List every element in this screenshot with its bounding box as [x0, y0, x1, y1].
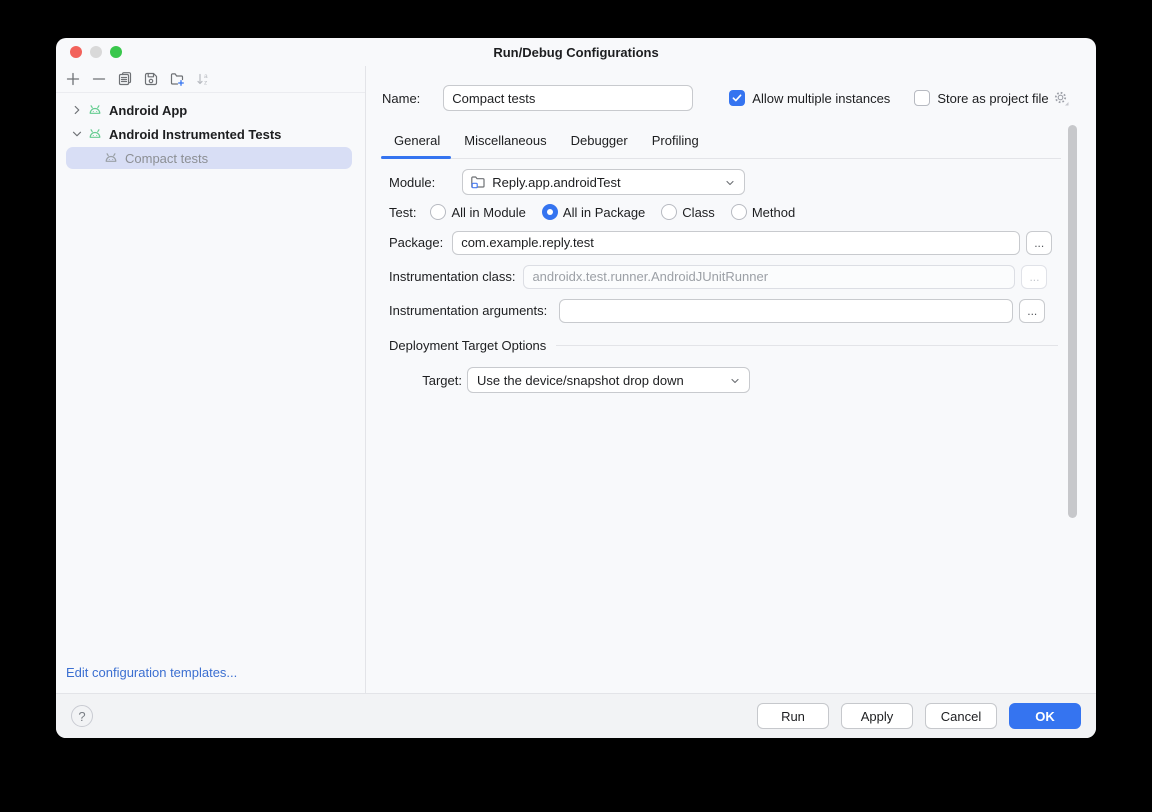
add-configuration-icon[interactable] [63, 69, 83, 89]
dialog-footer: ? Run Apply Cancel OK [56, 693, 1096, 738]
chevron-down-icon [729, 375, 741, 387]
chevron-down-icon [724, 177, 736, 189]
target-row: Target: Use the device/snapshot drop dow… [389, 367, 750, 393]
target-dropdown[interactable]: Use the device/snapshot drop down [467, 367, 750, 393]
name-label: Name: [382, 91, 420, 106]
configurations-sidebar: a z [56, 66, 366, 693]
instrumentation-arguments-browse-button[interactable]: ... [1019, 299, 1045, 323]
instrumentation-class-browse-button: ... [1021, 265, 1047, 289]
configuration-editor-panel: Name: Allow multiple instances Store as … [366, 66, 1096, 693]
module-label: Module: [389, 175, 435, 190]
target-value: Use the device/snapshot drop down [475, 373, 684, 388]
radio-method[interactable]: Method [731, 204, 795, 220]
radio-selected-icon[interactable] [542, 204, 558, 220]
package-input[interactable] [452, 231, 1020, 255]
package-label: Package: [389, 235, 443, 250]
remove-configuration-icon[interactable] [89, 69, 109, 89]
edit-configuration-templates-link[interactable]: Edit configuration templates... [66, 665, 237, 680]
chevron-down-icon[interactable] [70, 127, 84, 141]
package-browse-button[interactable]: ... [1026, 231, 1052, 255]
store-as-project-file-label: Store as project file [937, 91, 1048, 106]
radio-label: Class [682, 205, 715, 220]
sort-alphabetically-icon: a z [193, 69, 213, 89]
allow-multiple-instances-checkbox[interactable]: Allow multiple instances [729, 90, 890, 106]
tab-separator [381, 158, 1061, 159]
zoom-window-button[interactable] [110, 46, 122, 58]
test-row: Test: All in Module All in Package Class… [389, 202, 795, 222]
radio-all-in-package[interactable]: All in Package [542, 204, 645, 220]
tab-miscellaneous[interactable]: Miscellaneous [464, 133, 546, 148]
module-row: Module: Reply.app.androidTest [389, 169, 745, 195]
help-button[interactable]: ? [71, 705, 93, 727]
checkbox-unchecked-icon[interactable] [914, 90, 930, 106]
traffic-lights [70, 46, 122, 58]
dialog-title: Run/Debug Configurations [493, 45, 658, 60]
package-row: Package: ... [389, 230, 1052, 255]
radio-label: All in Package [563, 205, 645, 220]
module-dropdown[interactable]: Reply.app.androidTest [462, 169, 745, 195]
new-folder-icon[interactable] [167, 69, 187, 89]
radio-label: All in Module [451, 205, 525, 220]
tree-item-compact-tests-selected[interactable]: Compact tests [66, 147, 352, 169]
android-icon [103, 150, 119, 166]
configurations-tree: Android App Android Instrume [56, 93, 365, 169]
android-icon [87, 126, 103, 142]
active-tab-underline [381, 156, 451, 159]
svg-text:z: z [204, 80, 207, 87]
checkbox-checked-icon[interactable] [729, 90, 745, 106]
instrumentation-class-label: Instrumentation class: [389, 269, 515, 284]
allow-multiple-instances-label: Allow multiple instances [752, 91, 890, 106]
chevron-right-icon[interactable] [70, 103, 84, 117]
run-debug-configurations-dialog: Run/Debug Configurations [56, 38, 1096, 738]
sidebar-toolbar: a z [56, 66, 365, 93]
module-value: Reply.app.androidTest [492, 175, 620, 190]
tab-debugger[interactable]: Debugger [571, 133, 628, 148]
radio-label: Method [752, 205, 795, 220]
radio-all-in-module[interactable]: All in Module [430, 204, 525, 220]
titlebar: Run/Debug Configurations [56, 38, 1096, 66]
tree-item-android-instrumented-tests[interactable]: Android Instrumented Tests [56, 122, 365, 146]
name-row: Name: Allow multiple instances Store as … [382, 85, 1069, 111]
tree-item-android-app[interactable]: Android App [56, 98, 365, 122]
copy-configuration-icon[interactable] [115, 69, 135, 89]
deployment-section-title: Deployment Target Options [389, 338, 546, 353]
section-divider-line [556, 345, 1058, 346]
module-icon [470, 174, 486, 190]
target-label: Target: [389, 373, 462, 388]
deployment-target-options-section: Deployment Target Options [389, 337, 1058, 353]
tree-item-label: Compact tests [125, 151, 208, 166]
cancel-button[interactable]: Cancel [925, 703, 997, 729]
ok-button[interactable]: OK [1009, 703, 1081, 729]
save-configuration-icon[interactable] [141, 69, 161, 89]
instrumentation-arguments-row: Instrumentation arguments: ... [389, 298, 1045, 323]
tree-item-label: Android Instrumented Tests [109, 127, 281, 142]
store-as-project-file-checkbox[interactable]: Store as project file [914, 90, 1048, 106]
footer-buttons: Run Apply Cancel OK [757, 703, 1081, 729]
close-window-button[interactable] [70, 46, 82, 58]
tab-bar: General Miscellaneous Debugger Profiling [394, 129, 699, 151]
minimize-window-button [90, 46, 102, 58]
store-settings-gear-icon[interactable] [1053, 90, 1069, 106]
instrumentation-class-row: Instrumentation class: ... [389, 264, 1047, 289]
vertical-scrollbar-thumb[interactable] [1068, 125, 1077, 518]
android-icon [87, 102, 103, 118]
radio-unselected-icon[interactable] [731, 204, 747, 220]
radio-unselected-icon[interactable] [661, 204, 677, 220]
apply-button[interactable]: Apply [841, 703, 913, 729]
name-input[interactable] [443, 85, 693, 111]
test-label: Test: [389, 205, 416, 220]
tab-general[interactable]: General [394, 133, 440, 148]
run-button[interactable]: Run [757, 703, 829, 729]
radio-unselected-icon[interactable] [430, 204, 446, 220]
instrumentation-arguments-label: Instrumentation arguments: [389, 303, 547, 318]
instrumentation-arguments-input[interactable] [559, 299, 1013, 323]
tree-item-label: Android App [109, 103, 187, 118]
tab-profiling[interactable]: Profiling [652, 133, 699, 148]
radio-class[interactable]: Class [661, 204, 715, 220]
instrumentation-class-input [523, 265, 1015, 289]
